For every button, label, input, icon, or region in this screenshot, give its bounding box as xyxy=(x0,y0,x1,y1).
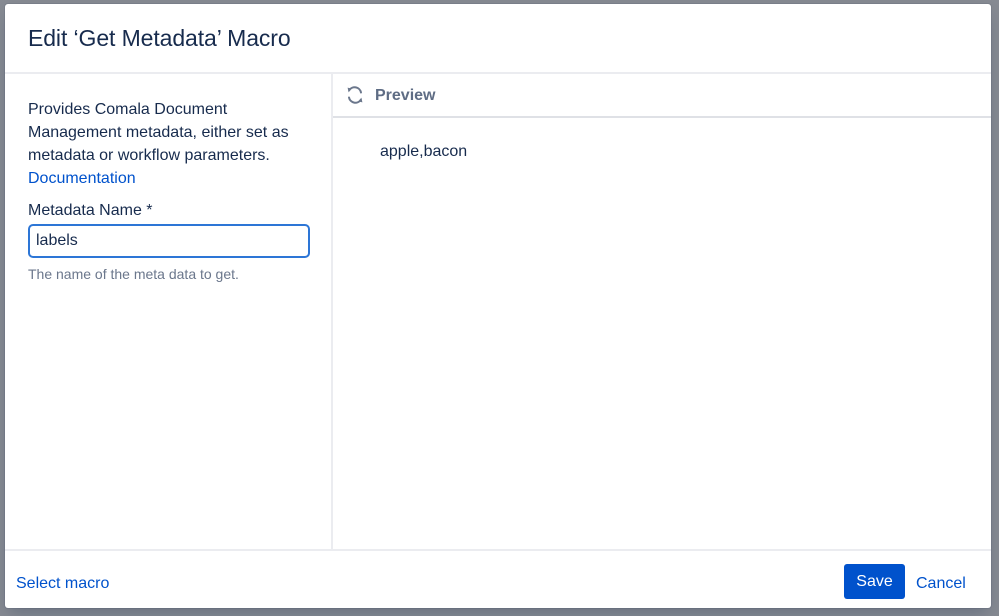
save-button[interactable]: Save xyxy=(844,564,905,599)
preview-header: Preview xyxy=(333,74,991,118)
dialog-footer: Select macro Save Cancel xyxy=(5,549,991,608)
refresh-icon-graphic xyxy=(347,86,363,104)
documentation-link[interactable]: Documentation xyxy=(28,167,318,190)
dialog-body: Provides Comala Document Management meta… xyxy=(5,74,991,549)
preview-content: apple,bacon xyxy=(380,143,468,160)
metadata-name-label: Metadata Name * xyxy=(28,202,153,219)
macro-dialog: Edit ‘Get Metadata’ Macro Provides Comal… xyxy=(5,4,991,608)
dialog-header: Edit ‘Get Metadata’ Macro xyxy=(5,4,991,74)
macro-description: Provides Comala Document Management meta… xyxy=(28,98,318,190)
cancel-button[interactable]: Cancel xyxy=(916,575,966,593)
metadata-name-help: The name of the meta data to get. xyxy=(28,266,239,282)
preview-title: Preview xyxy=(375,87,436,104)
metadata-name-input[interactable] xyxy=(28,224,310,258)
macro-description-text: Provides Comala Document Management meta… xyxy=(28,101,289,164)
select-macro-link[interactable]: Select macro xyxy=(16,575,109,593)
preview-panel: Preview apple,bacon xyxy=(333,74,991,549)
refresh-icon[interactable] xyxy=(345,85,365,105)
macro-parameters-panel: Provides Comala Document Management meta… xyxy=(5,74,333,549)
dialog-title: Edit ‘Get Metadata’ Macro xyxy=(28,25,291,51)
